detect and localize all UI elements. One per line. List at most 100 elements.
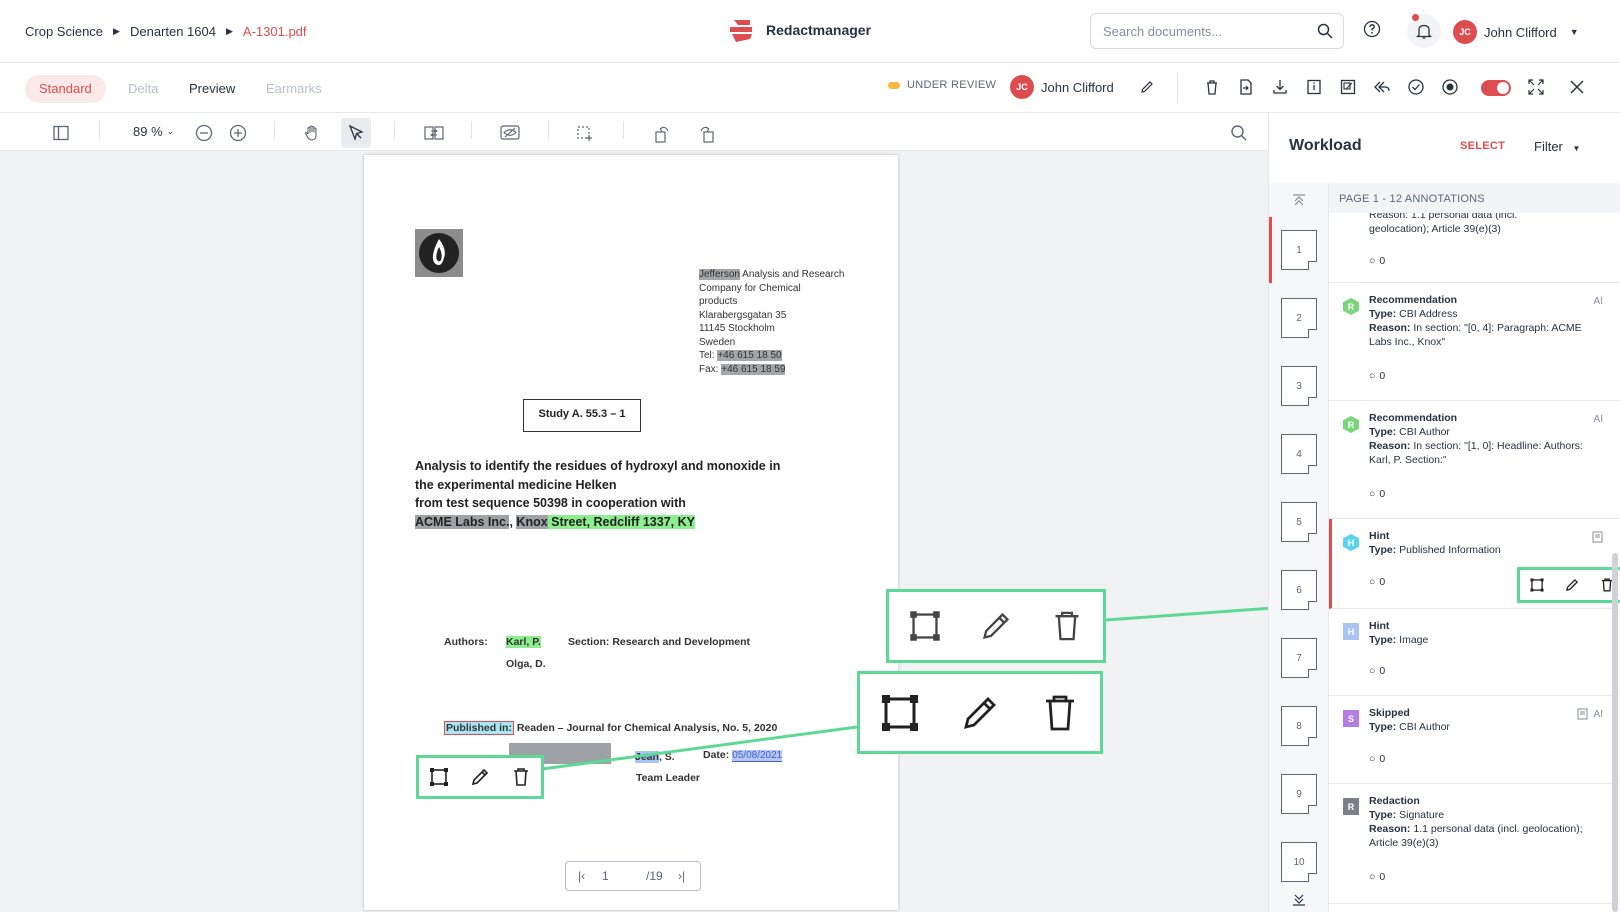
annotation-title: Skipped: [1369, 707, 1410, 719]
page-thumbnail-4[interactable]: 4: [1281, 434, 1317, 474]
annotation-type: CBI Address: [1399, 308, 1458, 320]
annotation-actions-small: [416, 755, 544, 799]
page-thumbnail-8[interactable]: 8: [1281, 706, 1317, 746]
comment-count-value: 0: [1379, 576, 1386, 588]
annotation-actions-medium: [886, 589, 1106, 663]
scroll-to-bottom-icon[interactable]: [1291, 893, 1307, 907]
edit-icon[interactable]: [978, 608, 1014, 644]
scroll-to-top-icon[interactable]: [1291, 193, 1307, 207]
delete-icon[interactable]: [1049, 608, 1085, 644]
annotation-title: Hint: [1369, 620, 1390, 632]
annotation-text: Reason: 1.1 personal data (incl. geoloca…: [1369, 213, 1599, 236]
comment-icon: ○: [1369, 488, 1376, 500]
annotation-item[interactable]: Reason: 1.1 personal data (incl. geoloca…: [1329, 213, 1620, 283]
first-page-icon[interactable]: |‹: [578, 869, 585, 883]
ai-tag: AI: [1593, 709, 1603, 720]
comment-icon: ○: [1369, 753, 1376, 765]
edit-icon[interactable]: [469, 766, 491, 788]
page-number-input[interactable]: 1: [602, 869, 609, 883]
reason-label: Reason:: [1369, 440, 1411, 452]
comment-icon: ○: [1369, 871, 1376, 883]
chevron-down-icon: ▼: [1572, 144, 1581, 153]
comment-icon: ○: [1369, 665, 1376, 677]
comment-count[interactable]: ○ 0: [1369, 870, 1385, 884]
comment-count-value: 0: [1379, 665, 1386, 677]
annotation-list-scrollbar[interactable]: [1612, 553, 1618, 912]
page-thumbnails: 1 2 3 4 5 6 7 8 9 10: [1269, 183, 1329, 912]
page-thumbnail-3[interactable]: 3: [1281, 366, 1317, 406]
type-label: Type:: [1369, 634, 1397, 646]
comment-icon: ○: [1369, 576, 1376, 588]
document-icon: [1592, 531, 1603, 543]
page-thumbnail-6[interactable]: 6: [1281, 570, 1317, 610]
resize-icon[interactable]: [907, 608, 943, 644]
comment-count[interactable]: ○ 0: [1369, 752, 1385, 766]
annotation-item[interactable]: S Skipped Type: CBI Author AI ○ 0: [1329, 696, 1620, 784]
annotation-list: Reason: 1.1 personal data (incl. geoloca…: [1329, 213, 1620, 912]
annotation-item[interactable]: H Hint Type: Image ○ 0: [1329, 609, 1620, 696]
redaction-badge: R: [1343, 798, 1359, 815]
annotation-text: Redaction Type: Signature Reason: 1.1 pe…: [1369, 794, 1599, 850]
page-thumbnail-5[interactable]: 5: [1281, 502, 1317, 542]
resize-icon[interactable]: [428, 766, 450, 788]
comment-count[interactable]: ○ 0: [1369, 254, 1385, 268]
annotation-text: Recommendation Type: CBI Address Reason:…: [1369, 293, 1599, 349]
annotation-actions-large: [857, 671, 1103, 754]
ai-tag: AI: [1593, 414, 1603, 425]
annotation-item[interactable]: R Recommendation Type: CBI Author Reason…: [1329, 401, 1620, 519]
recommendation-badge: R: [1343, 416, 1359, 433]
page-thumbnail-1[interactable]: 1: [1281, 230, 1317, 270]
comment-count-value: 0: [1379, 753, 1386, 765]
ai-tag: AI: [1593, 296, 1603, 307]
annotation-title: Recommendation: [1369, 294, 1458, 306]
filter-label: Filter: [1534, 139, 1563, 154]
comment-count-value: 0: [1379, 488, 1386, 500]
comment-count[interactable]: ○ 0: [1369, 369, 1385, 383]
hint-badge: H: [1343, 623, 1359, 640]
type-label: Type:: [1369, 809, 1397, 821]
annotation-item-selected[interactable]: H Hint Type: Published Information ○ 0: [1329, 519, 1620, 609]
annotation-item[interactable]: R Redaction Type: Signature Reason: 1.1 …: [1329, 784, 1620, 904]
annotation-title: Hint: [1369, 530, 1390, 542]
annotation-text: Skipped Type: CBI Author: [1369, 706, 1599, 734]
edit-icon[interactable]: [1564, 577, 1580, 593]
comment-count[interactable]: ○ 0: [1369, 487, 1385, 501]
delete-icon[interactable]: [510, 766, 532, 788]
page-thumbnail-10[interactable]: 10: [1281, 842, 1317, 882]
annotation-title: Recommendation: [1369, 412, 1458, 424]
page-thumbnail-9[interactable]: 9: [1281, 774, 1317, 814]
comment-count[interactable]: ○ 0: [1369, 575, 1385, 589]
annotation-type: CBI Author: [1399, 426, 1450, 438]
resize-icon[interactable]: [1529, 577, 1545, 593]
filter-dropdown[interactable]: Filter ▼: [1534, 139, 1580, 154]
page-thumbnail-7[interactable]: 7: [1281, 638, 1317, 678]
edit-icon[interactable]: [958, 691, 1002, 735]
comment-count[interactable]: ○ 0: [1369, 664, 1385, 678]
document-icon: [1577, 708, 1588, 720]
type-label: Type:: [1369, 721, 1397, 733]
current-page-marker: [1269, 217, 1272, 283]
annotation-type: Image: [1399, 634, 1429, 646]
page-thumbnail-2[interactable]: 2: [1281, 298, 1317, 338]
type-label: Type:: [1369, 544, 1397, 556]
resize-icon[interactable]: [878, 691, 922, 735]
annotation-inline-actions: [1517, 567, 1620, 603]
annotations-page-header: PAGE 1 - 12 ANNOTATIONS: [1329, 183, 1620, 213]
annotation-title: Redaction: [1369, 795, 1420, 807]
select-button[interactable]: SELECT: [1460, 140, 1505, 152]
annotation-item[interactable]: R Recommendation Type: CBI Address Reaso…: [1329, 283, 1620, 401]
last-page-icon[interactable]: ›|: [678, 869, 685, 883]
comment-count-value: 0: [1379, 370, 1386, 382]
comment-count-value: 0: [1379, 255, 1386, 267]
delete-icon[interactable]: [1038, 691, 1082, 735]
comment-icon: ○: [1369, 255, 1376, 267]
hint-badge: H: [1343, 534, 1359, 551]
annotation-type: Published Information: [1399, 544, 1501, 556]
page-navigator: |‹ 1 /19 ›|: [565, 861, 701, 891]
annotation-reason: geolocation); Article 39(e)(3): [1369, 223, 1501, 235]
workload-title: Workload: [1289, 137, 1362, 154]
annotation-type: Signature: [1399, 809, 1445, 821]
annotation-reason: Reason: 1.1 personal data (incl.: [1369, 213, 1518, 221]
recommendation-badge: R: [1343, 298, 1359, 315]
skipped-badge: S: [1343, 710, 1359, 727]
